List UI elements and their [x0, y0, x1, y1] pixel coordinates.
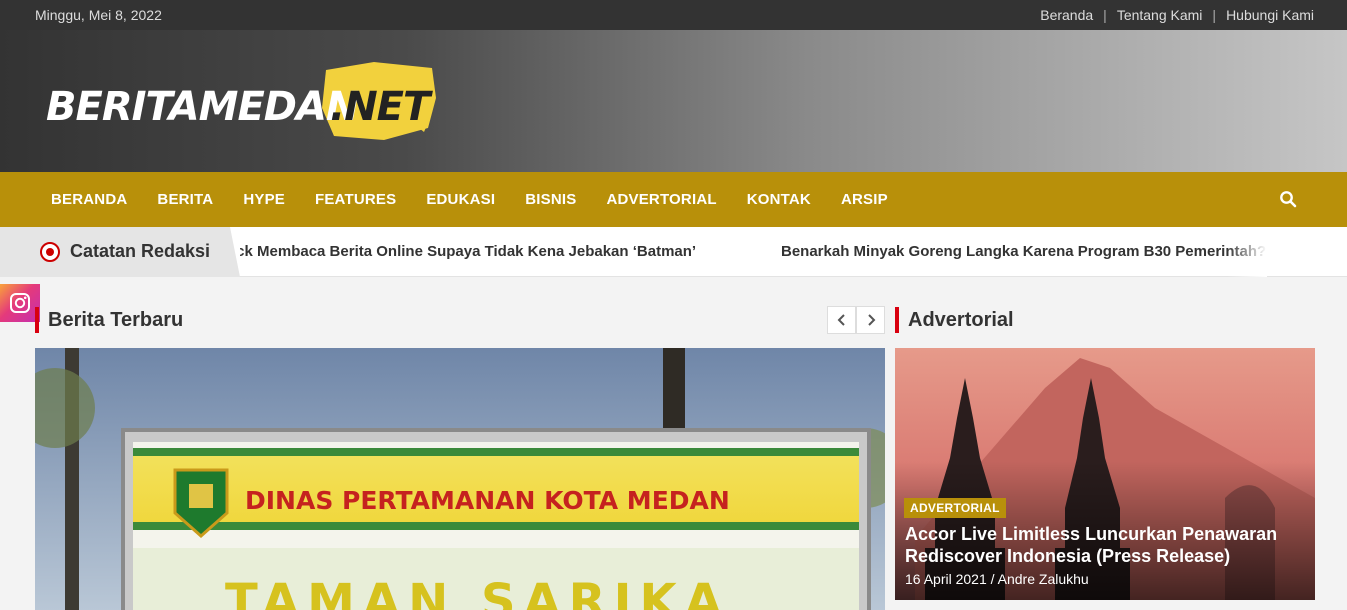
section-accent — [35, 307, 39, 333]
ticker-item[interactable]: Lifehack Membaca Berita Online Supaya Ti… — [240, 243, 696, 260]
nav-item-kontak[interactable]: KONTAK — [732, 191, 826, 208]
search-icon[interactable] — [1279, 190, 1297, 208]
hero-sign-partial: TAMAN SARIKA — [225, 574, 730, 610]
news-ticker: Lifehack Membaca Berita Online Supaya Ti… — [0, 227, 1347, 277]
ticker-items: Lifehack Membaca Berita Online Supaya Ti… — [240, 227, 1267, 277]
nav-item-hype[interactable]: HYPE — [228, 191, 300, 208]
top-link-beranda[interactable]: Beranda — [1040, 7, 1093, 23]
prev-button[interactable] — [827, 306, 856, 334]
section-accent — [895, 307, 899, 333]
top-link-hubungi-kami[interactable]: Hubungi Kami — [1226, 7, 1314, 23]
ticker-item[interactable]: Benarkah Minyak Goreng Langka Karena Pro… — [781, 243, 1266, 260]
hero-sign-text: DINAS PERTAMANAN KOTA MEDAN — [245, 486, 730, 515]
next-button[interactable] — [856, 306, 885, 334]
main-nav: BERANDA BERITA HYPE FEATURES EDUKASI BIS… — [0, 172, 1347, 227]
site-logo[interactable]: BERITAMEDAN .NET — [44, 58, 436, 148]
chevron-right-icon — [867, 314, 875, 326]
meta-separator: / — [990, 571, 995, 587]
nav-item-arsip[interactable]: ARSIP — [826, 191, 903, 208]
separator: | — [1103, 7, 1107, 23]
svg-text:.NET: .NET — [330, 84, 433, 130]
logo-graphic: BERITAMEDAN .NET — [46, 62, 436, 140]
nav-item-advertorial[interactable]: ADVERTORIAL — [591, 191, 731, 208]
top-bar: Minggu, Mei 8, 2022 Beranda | Tentang Ka… — [0, 0, 1347, 30]
nav-item-features[interactable]: FEATURES — [300, 191, 411, 208]
live-dot-icon — [40, 242, 60, 262]
instagram-icon — [10, 293, 30, 313]
site-header: BERITAMEDAN .NET — [0, 30, 1347, 172]
category-badge[interactable]: ADVERTORIAL — [904, 498, 1006, 518]
post-meta: 16 April 2021 / Andre Zalukhu — [905, 571, 1089, 587]
post-author[interactable]: Andre Zalukhu — [998, 571, 1089, 587]
section-title-berita-terbaru: Berita Terbaru — [48, 309, 184, 331]
section-title-advertorial: Advertorial — [908, 309, 1014, 331]
nav-menu: BERANDA BERITA HYPE FEATURES EDUKASI BIS… — [36, 172, 903, 227]
nav-item-berita[interactable]: BERITA — [142, 191, 228, 208]
advertorial-card[interactable]: ADVERTORIAL Accor Live Limitless Luncurk… — [895, 348, 1315, 600]
advertorial-title[interactable]: Accor Live Limitless Luncurkan Penawaran… — [905, 523, 1310, 567]
instagram-button[interactable] — [0, 284, 40, 322]
chevron-left-icon — [837, 314, 845, 326]
post-date[interactable]: 16 April 2021 — [905, 571, 987, 587]
svg-text:BERITAMEDAN: BERITAMEDAN — [46, 84, 359, 130]
ticker-label: Catatan Redaksi — [70, 241, 211, 261]
featured-post-image[interactable]: DINAS PERTAMANAN KOTA MEDAN TAMAN SARIKA — [35, 348, 885, 610]
nav-item-edukasi[interactable]: EDUKASI — [411, 191, 510, 208]
separator: | — [1212, 7, 1217, 23]
slider-controls — [827, 306, 885, 334]
ticker-fade — [1227, 227, 1267, 277]
top-link-tentang-kami[interactable]: Tentang Kami — [1117, 7, 1203, 23]
nav-item-beranda[interactable]: BERANDA — [36, 191, 142, 208]
nav-item-bisnis[interactable]: BISNIS — [510, 191, 591, 208]
top-links: Beranda | Tentang Kami | Hubungi Kami — [1040, 7, 1314, 23]
current-date: Minggu, Mei 8, 2022 — [35, 7, 162, 23]
